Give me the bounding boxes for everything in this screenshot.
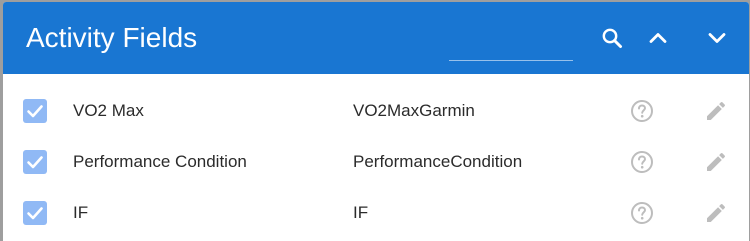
field-name: Performance Condition <box>73 152 247 171</box>
row-checkbox[interactable] <box>23 99 47 123</box>
field-name: VO2 Max <box>73 101 144 120</box>
field-key: VO2MaxGarmin <box>353 101 475 120</box>
help-icon[interactable] <box>630 99 654 123</box>
field-key: PerformanceCondition <box>353 152 523 171</box>
edit-pencil-icon[interactable] <box>704 99 728 123</box>
row-checkbox[interactable] <box>23 150 47 174</box>
help-icon[interactable] <box>630 150 654 174</box>
table-row: Performance Condition PerformanceConditi… <box>3 137 749 188</box>
panel-header: Activity Fields <box>3 2 749 74</box>
search-icon[interactable] <box>600 26 624 50</box>
table-row: IF IF <box>3 188 749 239</box>
row-checkbox[interactable] <box>23 201 47 225</box>
edit-pencil-icon[interactable] <box>704 201 728 225</box>
chevron-up-icon[interactable] <box>646 26 670 50</box>
activity-fields-panel: Activity Fields VO2 Max VO2MaxGarmin Per… <box>3 2 749 241</box>
table-row: VO2 Max VO2MaxGarmin <box>3 86 749 137</box>
field-key: IF <box>353 203 369 222</box>
chevron-down-icon[interactable] <box>705 26 729 50</box>
edit-pencil-icon[interactable] <box>704 150 728 174</box>
panel-title: Activity Fields <box>26 22 198 53</box>
help-icon[interactable] <box>630 201 654 225</box>
field-name: IF <box>73 203 89 222</box>
search-input[interactable] <box>449 38 573 61</box>
